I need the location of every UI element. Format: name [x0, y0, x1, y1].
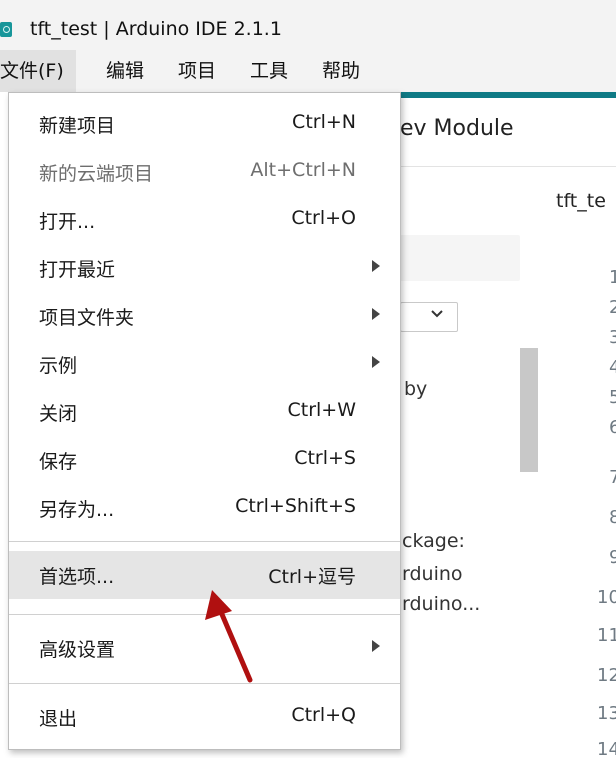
menu-item-label: 退出	[39, 708, 78, 730]
menu-item-quit[interactable]: 退出 Ctrl+Q	[9, 693, 400, 741]
menu-item-label: 打开最近	[39, 259, 116, 281]
toolbar-accent-strip	[400, 92, 616, 98]
line-number: 1	[609, 267, 616, 288]
triangle-right-icon	[372, 260, 380, 272]
menu-item-label: 另存为...	[39, 499, 115, 521]
menu-item-shortcut: Ctrl+Q	[291, 704, 356, 726]
triangle-right-icon	[372, 308, 380, 320]
line-number: 3	[609, 327, 616, 348]
menu-help[interactable]: 帮助	[322, 50, 360, 92]
line-number: 12	[597, 665, 616, 686]
menu-item-shortcut: Ctrl+W	[287, 399, 356, 421]
toolbar-divider	[380, 166, 616, 167]
menu-tools[interactable]: 工具	[250, 50, 288, 92]
menu-item-advanced[interactable]: 高级设置	[9, 624, 400, 672]
line-number: 13	[597, 703, 616, 724]
menu-item-shortcut: Ctrl+S	[294, 447, 356, 469]
menu-item-new-sketch[interactable]: 新建项目 Ctrl+N	[9, 100, 400, 148]
menu-item-sketchbook[interactable]: 项目文件夹	[9, 292, 400, 340]
menu-item-save[interactable]: 保存 Ctrl+S	[9, 436, 400, 484]
menu-item-shortcut: Ctrl+逗号	[268, 566, 356, 588]
line-number: 7	[609, 467, 616, 488]
menu-item-label: 示例	[39, 355, 78, 377]
window-title: tft_test | Arduino IDE 2.1.1	[30, 18, 282, 40]
triangle-right-icon	[372, 356, 380, 368]
line-number: 9	[609, 547, 616, 568]
menu-item-shortcut: Ctrl+Shift+S	[235, 495, 356, 517]
line-number-gutter: 1 2 3 4 5 6 7 8 9 10 11 12 13 14	[548, 232, 616, 758]
line-number: 14	[597, 739, 616, 758]
menu-item-shortcut: Alt+Ctrl+N	[250, 159, 356, 181]
line-number: 6	[609, 417, 616, 438]
library-scrollbar[interactable]	[520, 348, 538, 472]
title-bar: tft_test | Arduino IDE 2.1.1	[0, 0, 616, 50]
menu-bar: 文件(F) 编辑 项目 工具 帮助	[0, 50, 616, 92]
triangle-right-icon	[372, 640, 380, 652]
library-text: ckage:	[402, 530, 465, 552]
menu-separator	[9, 614, 400, 615]
menu-item-label: 打开...	[39, 211, 96, 233]
library-text: rduino...	[402, 593, 481, 615]
library-text: rduino	[402, 563, 463, 585]
line-number: 4	[609, 357, 616, 378]
menu-item-label: 新的云端项目	[39, 163, 154, 185]
menu-sketch[interactable]: 项目	[178, 50, 216, 92]
menu-item-label: 新建项目	[39, 115, 116, 137]
line-number: 5	[609, 387, 616, 408]
file-menu-dropdown: 新建项目 Ctrl+N 新的云端项目 Alt+Ctrl+N 打开... Ctrl…	[8, 92, 401, 750]
menu-item-save-as[interactable]: 另存为... Ctrl+Shift+S	[9, 484, 400, 532]
menu-item-new-cloud-sketch: 新的云端项目 Alt+Ctrl+N	[9, 148, 400, 196]
line-number: 10	[597, 587, 616, 608]
menu-item-label: 首选项...	[39, 566, 115, 588]
menu-item-label: 保存	[39, 451, 78, 473]
arduino-app-icon	[0, 22, 12, 37]
chevron-down-icon	[430, 306, 444, 325]
menu-edit[interactable]: 编辑	[106, 50, 144, 92]
line-number: 11	[597, 625, 616, 646]
menu-item-open-recent[interactable]: 打开最近	[9, 244, 400, 292]
library-filter-select[interactable]	[400, 302, 458, 332]
menu-file[interactable]: 文件(F)	[0, 50, 76, 92]
menu-item-examples[interactable]: 示例	[9, 340, 400, 388]
library-search-input[interactable]	[400, 235, 520, 281]
menu-item-close[interactable]: 关闭 Ctrl+W	[9, 388, 400, 436]
menu-separator	[9, 541, 400, 542]
line-number: 2	[609, 297, 616, 318]
menu-item-label: 项目文件夹	[39, 307, 135, 329]
line-number: 8	[609, 507, 616, 528]
menu-item-label: 高级设置	[39, 639, 116, 661]
menu-item-preferences[interactable]: 首选项... Ctrl+逗号	[9, 551, 400, 599]
board-selector[interactable]: ev Module	[400, 116, 514, 141]
menu-item-label: 关闭	[39, 403, 78, 425]
menu-item-shortcut: Ctrl+O	[291, 207, 356, 229]
library-text: by	[404, 378, 428, 400]
menu-separator	[9, 683, 400, 684]
menu-item-shortcut: Ctrl+N	[292, 111, 356, 133]
menu-item-open[interactable]: 打开... Ctrl+O	[9, 196, 400, 244]
sketch-tab[interactable]: tft_te	[556, 190, 606, 212]
